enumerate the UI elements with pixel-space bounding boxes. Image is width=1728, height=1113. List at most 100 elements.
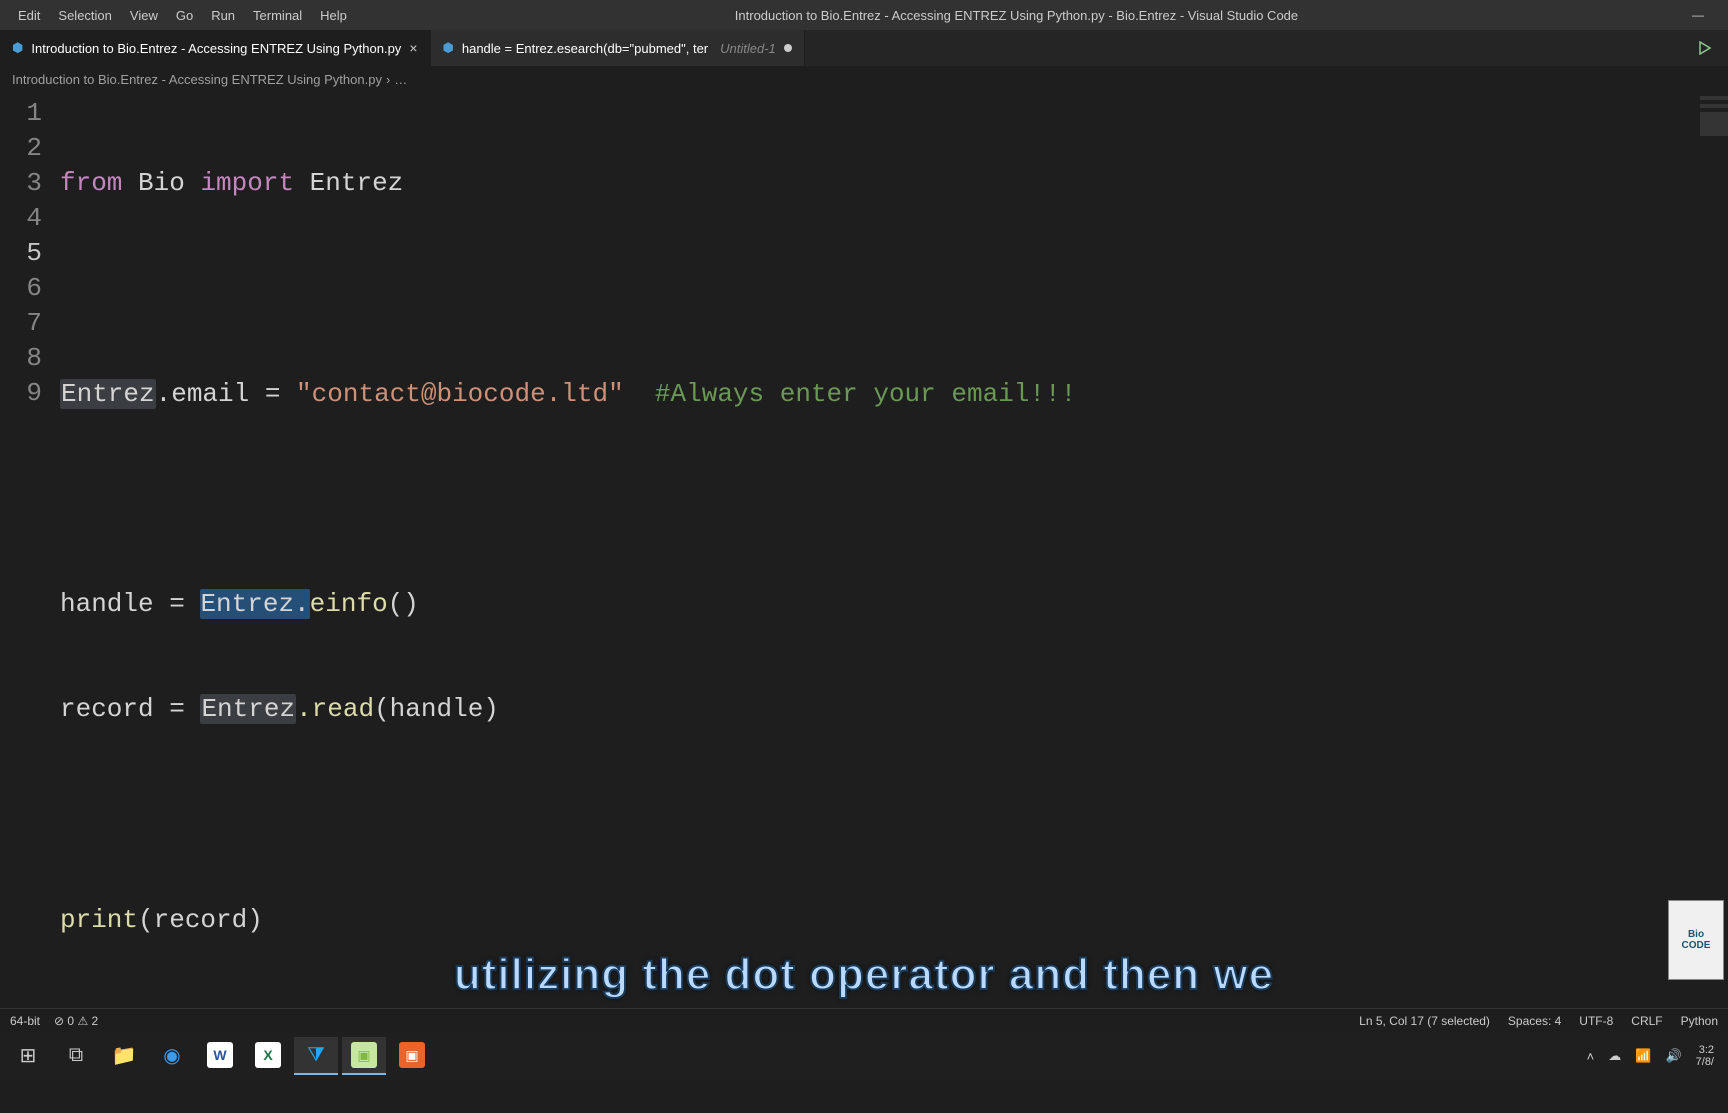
line-number: 5 (0, 236, 42, 271)
identifier: Entrez (200, 694, 296, 724)
camtasia-icon: ▣ (351, 1042, 377, 1068)
status-encoding[interactable]: UTF-8 (1579, 1014, 1613, 1028)
edge-button[interactable]: ◉ (150, 1037, 194, 1075)
camtasia-button[interactable]: ▣ (342, 1037, 386, 1075)
tray-onedrive-icon[interactable]: ☁ (1608, 1048, 1621, 1064)
logo-text: Bio (1688, 929, 1704, 940)
vscode-icon: ⧩ (307, 1044, 325, 1067)
line-number-gutter: 1 2 3 4 5 6 7 8 9 (0, 92, 60, 1006)
python-icon: ⬢ (12, 40, 23, 56)
close-tab-icon[interactable]: × (409, 40, 417, 56)
operator: = (169, 694, 185, 724)
tray-clock[interactable]: 3:2 7/8/ (1696, 1044, 1714, 1068)
excel-icon: X (255, 1042, 281, 1068)
word-icon: W (207, 1042, 233, 1068)
warning-count: 2 (77, 1014, 98, 1028)
tray-chevron-up-icon[interactable]: ˄ (1587, 1049, 1595, 1064)
punctuation: () (388, 589, 419, 619)
logo-text: CODE (1682, 940, 1711, 951)
task-view-icon: ⧉ (69, 1044, 83, 1067)
tray-date: 7/8/ (1696, 1056, 1714, 1068)
editor-tabs: ⬢ Introduction to Bio.Entrez - Accessing… (0, 30, 1728, 66)
function: einfo (310, 589, 388, 619)
folder-icon: 📁 (112, 1043, 137, 1068)
function: .read (296, 694, 374, 724)
task-view-button[interactable]: ⧉ (54, 1037, 98, 1075)
windows-taskbar: ⊞ ⧉ 📁 ◉ W X ⧩ ▣ ▣ ˄ ☁ 📶 🔊 3:2 7/8/ (0, 1032, 1728, 1080)
punctuation: (handle) (374, 694, 499, 724)
video-caption: utilizing the dot operator and then we (454, 950, 1274, 1000)
identifier: handle (60, 589, 169, 619)
menu-run[interactable]: Run (203, 4, 243, 27)
tab-label: Introduction to Bio.Entrez - Accessing E… (31, 41, 401, 56)
tab-intro-bio-entrez[interactable]: ⬢ Introduction to Bio.Entrez - Accessing… (0, 30, 431, 66)
keyword: from (60, 168, 122, 198)
space (185, 694, 201, 724)
line-number: 7 (0, 306, 42, 341)
selection: Entrez. (200, 589, 309, 619)
breadcrumb[interactable]: Introduction to Bio.Entrez - Accessing E… (0, 66, 1728, 92)
run-file-button[interactable] (1682, 30, 1728, 66)
word-button[interactable]: W (198, 1037, 242, 1075)
error-count: 0 (54, 1014, 74, 1028)
tab-untitled-1[interactable]: ⬢ handle = Entrez.esearch(db="pubmed", t… (431, 30, 805, 66)
window-controls: — (1678, 8, 1718, 22)
status-indentation[interactable]: Spaces: 4 (1508, 1014, 1561, 1028)
window-title: Introduction to Bio.Entrez - Accessing E… (355, 8, 1678, 23)
menu-edit[interactable]: Edit (10, 4, 48, 27)
file-explorer-button[interactable]: 📁 (102, 1037, 146, 1075)
system-tray: ˄ ☁ 📶 🔊 3:2 7/8/ (1587, 1044, 1722, 1068)
vscode-button[interactable]: ⧩ (294, 1037, 338, 1075)
identifier: record (60, 694, 169, 724)
line-number: 9 (0, 376, 42, 411)
recorder-button[interactable]: ▣ (390, 1037, 434, 1075)
status-arch[interactable]: 64-bit (10, 1014, 40, 1028)
identifier: Bio (122, 168, 200, 198)
python-icon: ⬢ (443, 40, 454, 56)
breadcrumb-more[interactable]: … (394, 72, 407, 87)
minimize-button[interactable]: — (1678, 8, 1718, 22)
space (185, 589, 201, 619)
menu-help[interactable]: Help (312, 4, 355, 27)
minimap[interactable] (1700, 96, 1728, 136)
function: print (60, 905, 138, 935)
tab-label: handle = Entrez.esearch(db="pubmed", ter (462, 41, 708, 56)
start-button[interactable]: ⊞ (6, 1037, 50, 1075)
status-eol[interactable]: CRLF (1631, 1014, 1662, 1028)
status-problems[interactable]: 0 2 (54, 1014, 98, 1028)
dirty-indicator-icon (784, 44, 792, 52)
line-number: 2 (0, 131, 42, 166)
keyword: import (200, 168, 294, 198)
comment: #Always enter your email!!! (639, 379, 1076, 409)
line-number: 6 (0, 271, 42, 306)
menu-terminal[interactable]: Terminal (245, 4, 310, 27)
line-number: 1 (0, 96, 42, 131)
main-menu: Edit Selection View Go Run Terminal Help (10, 4, 355, 27)
title-bar: Edit Selection View Go Run Terminal Help… (0, 0, 1728, 30)
chevron-right-icon: › (386, 72, 390, 87)
status-language[interactable]: Python (1681, 1014, 1718, 1028)
line-number: 3 (0, 166, 42, 201)
menu-go[interactable]: Go (168, 4, 201, 27)
tray-wifi-icon[interactable]: 📶 (1635, 1048, 1651, 1064)
string: "contact@biocode.ltd" (280, 379, 639, 409)
identifier: Entrez (60, 379, 156, 409)
punctuation: (record) (138, 905, 263, 935)
menu-view[interactable]: View (122, 4, 166, 27)
identifier: Entrez (294, 168, 403, 198)
identifier: .email (156, 379, 265, 409)
tray-volume-icon[interactable]: 🔊 (1665, 1048, 1681, 1064)
status-cursor-position[interactable]: Ln 5, Col 17 (7 selected) (1359, 1014, 1490, 1028)
line-number: 4 (0, 201, 42, 236)
code-editor[interactable]: 1 2 3 4 5 6 7 8 9 from Bio import Entrez… (0, 92, 1728, 1006)
operator: = (169, 589, 185, 619)
play-icon (1698, 41, 1712, 55)
recorder-icon: ▣ (399, 1042, 425, 1068)
windows-icon: ⊞ (20, 1043, 37, 1068)
menu-selection[interactable]: Selection (50, 4, 119, 27)
tab-untitled-label: Untitled-1 (720, 41, 776, 56)
code-content[interactable]: from Bio import Entrez Entrez.email = "c… (60, 92, 1076, 1006)
biocode-logo: Bio CODE (1668, 900, 1724, 980)
excel-button[interactable]: X (246, 1037, 290, 1075)
breadcrumb-file[interactable]: Introduction to Bio.Entrez - Accessing E… (12, 72, 382, 87)
